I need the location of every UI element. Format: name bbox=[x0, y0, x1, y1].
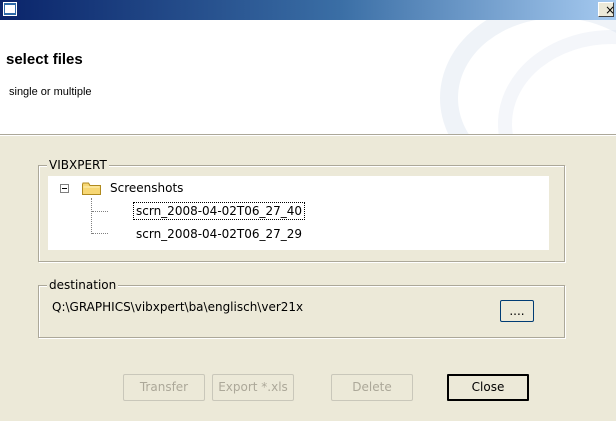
dialog-window: × select files single or multiple VIBXPE… bbox=[0, 0, 616, 421]
tree-connector-line bbox=[91, 198, 92, 234]
close-icon: × bbox=[605, 3, 616, 17]
destination-path: Q:\GRAPHICS\vibxpert\ba\englisch\ver21x bbox=[52, 300, 304, 314]
close-window-button[interactable]: × bbox=[598, 2, 616, 17]
tree-item-file[interactable]: scrn_2008-04-02T06_27_29 bbox=[134, 226, 304, 242]
transfer-button[interactable]: Transfer bbox=[123, 374, 205, 401]
destination-group-label: destination bbox=[47, 278, 119, 292]
export-xls-button[interactable]: Export *.xls bbox=[212, 374, 294, 401]
header-divider bbox=[0, 134, 616, 136]
tree-root-label[interactable]: Screenshots bbox=[110, 180, 183, 196]
close-button[interactable]: Close bbox=[447, 374, 529, 401]
page-title: select files bbox=[6, 51, 83, 68]
file-tree[interactable]: Screenshots scrn_2008-04-02T06_27_40 scr… bbox=[48, 176, 549, 250]
tree-connector-line bbox=[92, 211, 108, 212]
title-bar[interactable]: × bbox=[0, 0, 616, 20]
folder-icon bbox=[82, 182, 101, 195]
page-subtitle: single or multiple bbox=[9, 86, 92, 98]
tree-connector-line bbox=[92, 233, 108, 234]
browse-button[interactable]: .... bbox=[500, 300, 534, 322]
dialog-header: select files single or multiple bbox=[0, 20, 616, 134]
delete-button[interactable]: Delete bbox=[331, 374, 413, 401]
collapse-toggle-icon[interactable] bbox=[60, 184, 69, 193]
source-group-label: VIBXPERT bbox=[47, 158, 109, 172]
app-window-icon bbox=[3, 2, 17, 16]
tree-item-file[interactable]: scrn_2008-04-02T06_27_40 bbox=[132, 202, 306, 220]
